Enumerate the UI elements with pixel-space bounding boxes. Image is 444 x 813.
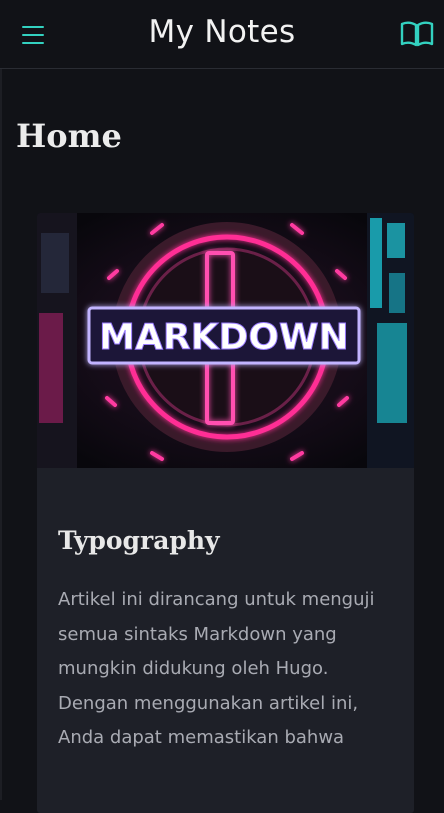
site-title[interactable]: My Notes xyxy=(0,14,444,50)
page-title: Home xyxy=(16,117,122,155)
page-left-border xyxy=(0,69,2,800)
post-excerpt: Artikel ini dirancang untuk menguji semu… xyxy=(58,589,375,748)
cover-image-text: MARKDOWN xyxy=(99,317,349,358)
post-cover-image[interactable]: MARKDOWN xyxy=(37,213,414,468)
post-title[interactable]: Typography xyxy=(58,526,220,555)
post-card[interactable]: MARKDOWN Typography Artikel ini dirancan… xyxy=(37,213,414,813)
open-book-icon[interactable] xyxy=(399,19,435,49)
top-navbar: My Notes xyxy=(0,0,444,69)
